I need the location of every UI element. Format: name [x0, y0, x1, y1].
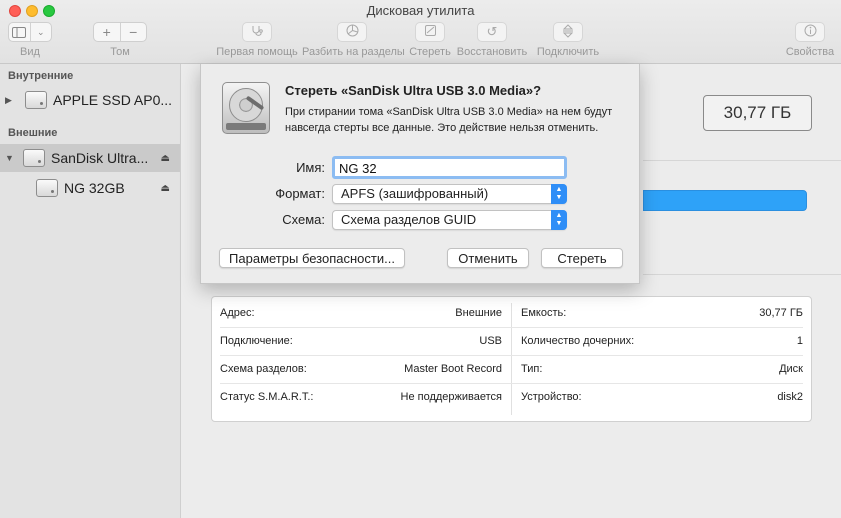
sidebar-item-apple-ssd[interactable]: ▶ APPLE SSD AP0...: [0, 86, 180, 114]
restore-label: Восстановить: [456, 46, 528, 58]
sidebar-item-ng32gb[interactable]: NG 32GB ⏏: [0, 174, 180, 202]
info-key: Количество дочерних:: [521, 335, 635, 347]
info-value: Диск: [779, 363, 803, 375]
info-value: disk2: [777, 391, 803, 403]
dialog-title: Стереть «SanDisk Ultra USB 3.0 Media»?: [285, 83, 542, 98]
volume-icon: [36, 179, 58, 197]
info-value: Внешние: [455, 307, 502, 319]
disk-utility-window: Дисковая утилита ⌄ Вид + − Том Первая по…: [0, 0, 841, 518]
up-down-arrows-icon: ▲ ▼: [551, 184, 567, 204]
stethoscope-icon: [250, 25, 264, 40]
table-row: Статус S.M.A.R.T.: Не поддерживается Уст…: [212, 383, 811, 411]
cancel-button[interactable]: Отменить: [447, 248, 529, 268]
info-key: Адрес:: [220, 307, 255, 319]
sidebar-item-label: APPLE SSD AP0...: [53, 92, 173, 108]
volume-label: Том: [110, 46, 130, 58]
info-value: Master Boot Record: [404, 363, 502, 375]
sidebar-item-label: NG 32GB: [64, 180, 125, 196]
hard-drive-icon: [222, 82, 270, 134]
info-table: Адрес: Внешние Емкость: 30,77 ГБ Подключ…: [211, 296, 812, 422]
toolbar: Дисковая утилита ⌄ Вид + − Том Первая по…: [0, 0, 841, 64]
disclosure-triangle-right-icon[interactable]: ▶: [5, 95, 15, 106]
volume-segmented-control: + −: [93, 22, 147, 42]
info-key: Емкость:: [521, 307, 567, 319]
info-value: 1: [796, 335, 803, 347]
eject-icon[interactable]: ⏏: [161, 183, 170, 194]
divider: [643, 160, 841, 161]
info-key: Подключение:: [220, 335, 293, 347]
table-row: Схема разделов: Master Boot Record Тип: …: [212, 355, 811, 383]
sidebar-item-label: SanDisk Ultra...: [51, 150, 149, 166]
external-disk-icon: [23, 149, 45, 167]
add-volume-button[interactable]: +: [94, 23, 120, 41]
info-label: Свойства: [785, 46, 835, 58]
info-value: 30,77 ГБ: [759, 307, 803, 319]
sidebar: Внутренние ▶ APPLE SSD AP0... Внешние ▼ …: [0, 64, 181, 518]
eject-icon[interactable]: ⏏: [161, 153, 170, 164]
sidebar-item-sandisk[interactable]: ▼ SanDisk Ultra... ⏏: [0, 144, 180, 172]
usage-bar: [643, 190, 807, 211]
view-button[interactable]: ⌄: [8, 22, 52, 42]
dialog-message: При стирании тома «SanDisk Ultra USB 3.0…: [285, 106, 613, 134]
info-icon: [804, 24, 817, 40]
partition-button[interactable]: [337, 22, 367, 42]
format-popup[interactable]: APFS (зашифрованный) ▲ ▼: [332, 184, 567, 204]
mount-label: Подключить: [536, 46, 600, 58]
window-title: Дисковая утилита: [366, 3, 475, 18]
sidebar-header-external: Внешние: [8, 127, 58, 139]
name-field[interactable]: NG 32: [332, 156, 567, 179]
sidebar-header-internal: Внутренние: [8, 70, 74, 82]
remove-volume-button[interactable]: −: [119, 23, 147, 41]
info-key: Схема разделов:: [220, 363, 307, 375]
erase-icon: [424, 24, 437, 40]
erase-label: Стереть: [409, 46, 451, 58]
table-row: Подключение: USB Количество дочерних: 1: [212, 327, 811, 355]
restore-icon: ↺: [486, 24, 498, 39]
scheme-popup[interactable]: Схема разделов GUID ▲ ▼: [332, 210, 567, 230]
mount-button[interactable]: [553, 22, 583, 42]
info-value: USB: [479, 335, 502, 347]
info-button[interactable]: [795, 22, 825, 42]
chevron-down-icon: ⌄: [29, 23, 52, 41]
erase-button[interactable]: Стереть: [541, 248, 623, 268]
erase-toolbar-button[interactable]: [415, 22, 445, 42]
restore-button[interactable]: ↺: [477, 22, 507, 42]
format-value: APFS (зашифрованный): [341, 186, 489, 201]
erase-dialog: Стереть «SanDisk Ultra USB 3.0 Media»? П…: [200, 64, 640, 284]
up-down-arrows-icon: ▲ ▼: [551, 210, 567, 230]
first-aid-button[interactable]: [242, 22, 272, 42]
partition-icon: [346, 24, 359, 40]
info-value: Не поддерживается: [400, 391, 503, 403]
info-key: Тип:: [521, 363, 543, 375]
partition-label: Разбить на разделы: [302, 46, 405, 58]
scheme-value: Схема разделов GUID: [341, 212, 477, 227]
security-options-button[interactable]: Параметры безопасности...: [219, 248, 405, 268]
info-key: Устройство:: [521, 391, 582, 403]
capacity-box: 30,77 ГБ: [703, 95, 812, 131]
scheme-label: Схема:: [282, 212, 325, 227]
name-label: Имя:: [296, 160, 325, 175]
table-row: Адрес: Внешние Емкость: 30,77 ГБ: [212, 299, 811, 327]
internal-disk-icon: [25, 91, 47, 109]
disclosure-triangle-down-icon[interactable]: ▼: [5, 153, 15, 163]
mount-icon: [562, 23, 574, 41]
info-key: Статус S.M.A.R.T.:: [220, 391, 314, 403]
sidebar-icon: [9, 23, 30, 41]
view-label: Вид: [20, 46, 40, 58]
format-label: Формат:: [275, 186, 325, 201]
first-aid-label: Первая помощь: [216, 46, 298, 58]
divider: [643, 274, 841, 275]
